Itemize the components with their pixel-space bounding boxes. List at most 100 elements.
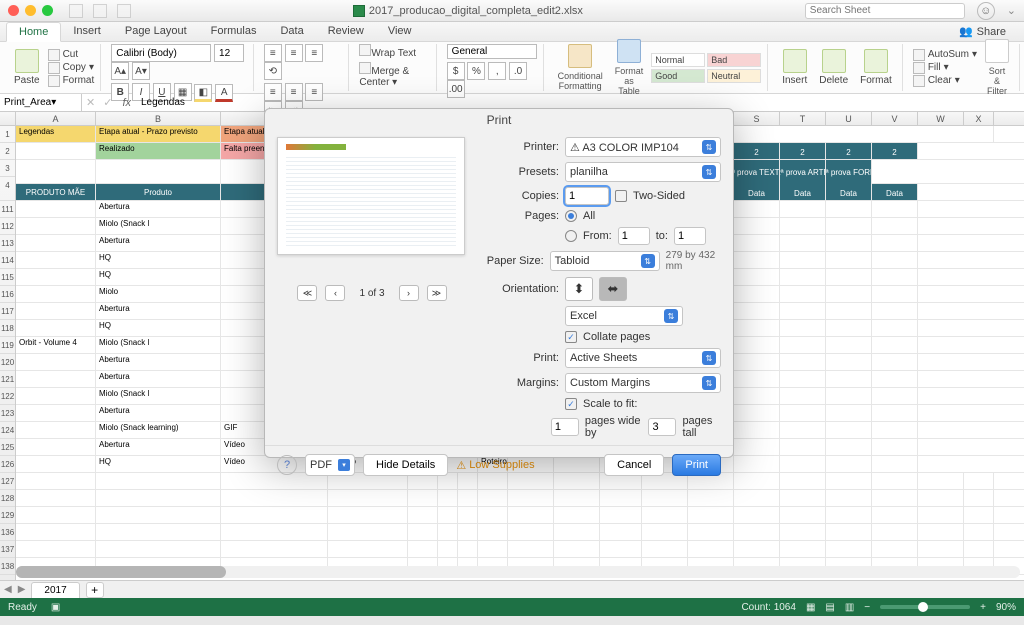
cell[interactable]: 2 [734,143,780,159]
print-button[interactable]: Print [672,454,721,476]
column-header[interactable]: T [780,112,826,125]
cell[interactable] [780,473,826,489]
cell[interactable] [826,235,872,251]
cell[interactable]: 2 [826,143,872,159]
cell[interactable] [780,541,826,557]
sheet-tab[interactable]: 2017 [31,582,79,598]
macro-icon[interactable]: ▣ [51,602,60,613]
cell[interactable] [872,388,918,404]
cell[interactable] [688,524,734,540]
cell[interactable] [478,541,508,557]
cell[interactable] [872,269,918,285]
cell[interactable]: Abertura [96,405,221,421]
cell[interactable] [16,507,96,523]
column-header[interactable]: X [964,112,994,125]
cell[interactable]: Data [872,184,918,200]
row-header[interactable]: 127 [0,473,15,490]
cell[interactable] [918,507,964,523]
cell[interactable]: Abertura [96,371,221,387]
row-header[interactable]: 138 [0,558,15,575]
cell[interactable]: Data [734,184,780,200]
cell[interactable] [508,541,554,557]
cell[interactable] [16,371,96,387]
cell[interactable] [964,490,994,506]
app-section-select[interactable]: Excel⇅ [565,306,683,326]
cell[interactable] [221,490,328,506]
cell[interactable] [826,439,872,455]
view-page-icon[interactable]: ▤ [825,602,834,613]
cell[interactable] [16,541,96,557]
column-header[interactable]: U [826,112,872,125]
format-as-table-button[interactable]: Formatas Table [611,37,648,98]
increase-font-button[interactable]: A▴ [111,62,129,80]
cell[interactable] [872,490,918,506]
zoom-in-button[interactable]: + [980,602,986,613]
cell[interactable] [780,235,826,251]
cancel-button[interactable]: Cancel [604,454,664,476]
format-cells-button[interactable]: Format [856,47,896,88]
cell[interactable] [458,490,478,506]
align-bottom-button[interactable]: ≡ [305,44,323,62]
tab-page-layout[interactable]: Page Layout [113,22,199,41]
cell[interactable] [734,524,780,540]
cell[interactable] [16,490,96,506]
row-header[interactable]: 115 [0,269,15,286]
cell[interactable] [872,507,918,523]
cell[interactable] [508,524,554,540]
redo-icon[interactable] [117,4,131,18]
cell[interactable] [780,320,826,336]
cell[interactable] [96,524,221,540]
decrease-font-button[interactable]: A▾ [132,62,150,80]
conditional-formatting-button[interactable]: ConditionalFormatting [554,42,607,93]
cell[interactable] [826,252,872,268]
align-middle-button[interactable]: ≡ [285,44,303,62]
row-header[interactable]: 117 [0,303,15,320]
cell[interactable]: HQ [96,456,221,472]
cell[interactable]: 2 [780,143,826,159]
cell[interactable] [918,524,964,540]
row-header[interactable]: 129 [0,507,15,524]
cell[interactable] [554,541,600,557]
cell[interactable] [826,286,872,302]
percent-button[interactable]: % [467,62,485,80]
cell[interactable] [642,524,688,540]
cell[interactable] [328,507,408,523]
merge-center-button[interactable]: Merge & Center ▾ [359,62,429,88]
cell[interactable] [872,337,918,353]
cell[interactable] [96,541,221,557]
cell[interactable]: Etapa atual - Prazo previsto [96,126,221,142]
scroll-thumb[interactable] [16,566,226,578]
add-sheet-button[interactable]: + [86,582,104,598]
row-header[interactable]: 2 [0,143,15,160]
cell[interactable] [826,490,872,506]
confirm-formula-button[interactable]: ✓ [99,96,116,109]
row-header[interactable]: 124 [0,422,15,439]
view-break-icon[interactable]: ▥ [845,602,854,613]
row-header[interactable]: 137 [0,541,15,558]
row-header[interactable]: 136 [0,524,15,541]
tab-formulas[interactable]: Formulas [199,22,269,41]
cell[interactable] [826,269,872,285]
style-normal[interactable]: Normal [651,53,705,67]
cell[interactable] [780,490,826,506]
cell[interactable] [221,524,328,540]
cell[interactable] [734,490,780,506]
preview-prev-button[interactable]: ‹ [325,285,345,301]
cell[interactable] [508,490,554,506]
cell[interactable] [734,201,780,217]
tab-insert[interactable]: Insert [61,22,113,41]
cell[interactable] [478,507,508,523]
column-header[interactable]: S [734,112,780,125]
cell[interactable] [16,303,96,319]
clear-button[interactable]: Clear ▾ [913,75,977,87]
cell[interactable] [16,143,96,159]
cell[interactable] [408,524,438,540]
row-header[interactable]: 125 [0,439,15,456]
tab-data[interactable]: Data [268,22,315,41]
cell[interactable] [780,269,826,285]
cell[interactable] [826,337,872,353]
style-neutral[interactable]: Neutral [707,69,761,83]
horizontal-scrollbar[interactable] [16,566,1020,578]
cell[interactable] [16,252,96,268]
sheet-nav-next[interactable]: ▶ [18,584,26,595]
